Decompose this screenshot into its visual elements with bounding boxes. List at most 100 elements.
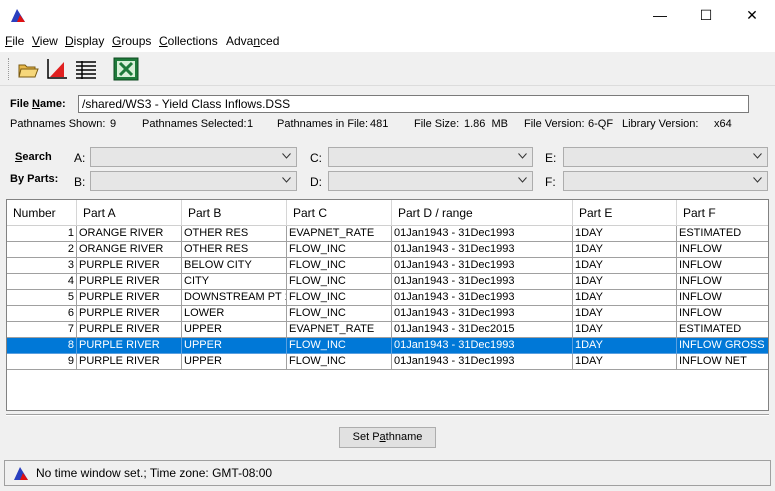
cell-part-a[interactable]: ORANGE RIVER: [77, 242, 182, 258]
cell-part-c[interactable]: FLOW_INC: [287, 258, 392, 274]
excel-icon[interactable]: [113, 56, 139, 82]
table-row[interactable]: 2 ORANGE RIVER OTHER RES FLOW_INC 01Jan1943 …: [7, 242, 768, 258]
cell-part-c[interactable]: FLOW_INC: [287, 354, 392, 370]
cell-part-d[interactable]: 01Jan1943 - 31Dec1993: [392, 354, 573, 370]
cell-part-e[interactable]: 1DAY: [573, 338, 677, 354]
tabulate-icon[interactable]: [73, 56, 99, 82]
cell-part-d[interactable]: 01Jan1943 - 31Dec1993: [392, 242, 573, 258]
pathname-table[interactable]: Number Part A Part B Part C Part D / ran…: [6, 199, 769, 411]
cell-part-e[interactable]: 1DAY: [573, 258, 677, 274]
column-header-part-f[interactable]: Part F: [677, 200, 768, 226]
menu-collections[interactable]: Collections: [159, 34, 218, 48]
table-row[interactable]: 5 PURPLE RIVER DOWNSTREAM PT 1 FLOW_INC 01Ja…: [7, 290, 768, 306]
table-row[interactable]: 3 PURPLE RIVER BELOW CITY FLOW_INC 01Jan1943…: [7, 258, 768, 274]
cell-number[interactable]: 9: [7, 354, 77, 370]
cell-number[interactable]: 6: [7, 306, 77, 322]
cell-part-f[interactable]: INFLOW: [677, 306, 768, 322]
cell-part-f[interactable]: ESTIMATED: [677, 226, 768, 242]
cell-part-b[interactable]: CITY: [182, 274, 287, 290]
cell-number[interactable]: 1: [7, 226, 77, 242]
cell-part-c[interactable]: FLOW_INC: [287, 274, 392, 290]
cell-part-c[interactable]: EVAPNET_RATE: [287, 226, 392, 242]
cell-part-b[interactable]: DOWNSTREAM PT 1: [182, 290, 287, 306]
cell-part-a[interactable]: ORANGE RIVER: [77, 226, 182, 242]
part-f-combo[interactable]: [563, 171, 768, 191]
cell-part-f[interactable]: INFLOW GROSS: [677, 338, 768, 354]
cell-part-a[interactable]: PURPLE RIVER: [77, 258, 182, 274]
minimize-button[interactable]: —: [637, 0, 683, 30]
cell-part-f[interactable]: INFLOW NET: [677, 354, 768, 370]
table-row[interactable]: 8 PURPLE RIVER UPPER FLOW_INC 01Jan1943 - 31…: [7, 338, 768, 354]
app-logo-icon[interactable]: [10, 7, 26, 23]
table-row[interactable]: 7 PURPLE RIVER UPPER EVAPNET_RATE 01Jan1943 …: [7, 322, 768, 338]
cell-part-c[interactable]: FLOW_INC: [287, 306, 392, 322]
cell-part-f[interactable]: ESTIMATED: [677, 322, 768, 338]
cell-part-f[interactable]: INFLOW: [677, 274, 768, 290]
column-header-part-b[interactable]: Part B: [182, 200, 287, 226]
part-e-combo[interactable]: [563, 147, 768, 167]
cell-part-b[interactable]: BELOW CITY: [182, 258, 287, 274]
cell-part-b[interactable]: UPPER: [182, 354, 287, 370]
cell-part-d[interactable]: 01Jan1943 - 31Dec1993: [392, 306, 573, 322]
menu-view[interactable]: View: [32, 34, 58, 48]
cell-part-f[interactable]: INFLOW: [677, 258, 768, 274]
cell-part-e[interactable]: 1DAY: [573, 354, 677, 370]
cell-part-e[interactable]: 1DAY: [573, 242, 677, 258]
column-header-part-d[interactable]: Part D / range: [392, 200, 573, 226]
cell-part-a[interactable]: PURPLE RIVER: [77, 338, 182, 354]
cell-number[interactable]: 4: [7, 274, 77, 290]
cell-part-d[interactable]: 01Jan1943 - 31Dec1993: [392, 338, 573, 354]
column-header-part-c[interactable]: Part C: [287, 200, 392, 226]
cell-part-e[interactable]: 1DAY: [573, 306, 677, 322]
cell-part-d[interactable]: 01Jan1943 - 31Dec1993: [392, 274, 573, 290]
set-pathname-button[interactable]: Set Pathname: [339, 427, 436, 448]
maximize-button[interactable]: ☐: [683, 0, 729, 30]
cell-part-f[interactable]: INFLOW: [677, 242, 768, 258]
part-c-combo[interactable]: [328, 147, 533, 167]
cell-part-e[interactable]: 1DAY: [573, 274, 677, 290]
cell-part-b[interactable]: OTHER RES: [182, 226, 287, 242]
cell-part-c[interactable]: FLOW_INC: [287, 242, 392, 258]
cell-part-a[interactable]: PURPLE RIVER: [77, 322, 182, 338]
cell-number[interactable]: 2: [7, 242, 77, 258]
cell-part-b[interactable]: LOWER: [182, 306, 287, 322]
cell-number[interactable]: 5: [7, 290, 77, 306]
table-row[interactable]: 1 ORANGE RIVER OTHER RES EVAPNET_RATE 01Jan1…: [7, 226, 768, 242]
cell-number[interactable]: 7: [7, 322, 77, 338]
cell-part-f[interactable]: INFLOW: [677, 290, 768, 306]
cell-part-a[interactable]: PURPLE RIVER: [77, 290, 182, 306]
menu-advanced[interactable]: Advanced: [226, 34, 279, 48]
cell-number[interactable]: 8: [7, 338, 77, 354]
open-folder-icon[interactable]: [15, 56, 41, 82]
table-row[interactable]: 6 PURPLE RIVER LOWER FLOW_INC 01Jan1943 - 31…: [7, 306, 768, 322]
menu-display[interactable]: Display: [65, 34, 104, 48]
column-header-number[interactable]: Number: [7, 200, 77, 226]
cell-part-a[interactable]: PURPLE RIVER: [77, 274, 182, 290]
cell-part-b[interactable]: UPPER: [182, 322, 287, 338]
cell-part-e[interactable]: 1DAY: [573, 226, 677, 242]
cell-part-e[interactable]: 1DAY: [573, 290, 677, 306]
cell-number[interactable]: 3: [7, 258, 77, 274]
cell-part-d[interactable]: 01Jan1943 - 31Dec1993: [392, 258, 573, 274]
cell-part-c[interactable]: EVAPNET_RATE: [287, 322, 392, 338]
cell-part-b[interactable]: OTHER RES: [182, 242, 287, 258]
cell-part-c[interactable]: FLOW_INC: [287, 338, 392, 354]
cell-part-a[interactable]: PURPLE RIVER: [77, 354, 182, 370]
column-header-part-e[interactable]: Part E: [573, 200, 677, 226]
cell-part-e[interactable]: 1DAY: [573, 322, 677, 338]
table-row[interactable]: 9 PURPLE RIVER UPPER FLOW_INC 01Jan1943 - 31…: [7, 354, 768, 370]
part-b-combo[interactable]: [90, 171, 297, 191]
cell-part-a[interactable]: PURPLE RIVER: [77, 306, 182, 322]
toolbar-grip[interactable]: [8, 58, 11, 80]
part-a-combo[interactable]: [90, 147, 297, 167]
cell-part-d[interactable]: 01Jan1943 - 31Dec1993: [392, 226, 573, 242]
cell-part-d[interactable]: 01Jan1943 - 31Dec2015: [392, 322, 573, 338]
file-name-field[interactable]: /shared/WS3 - Yield Class Inflows.DSS: [78, 95, 749, 113]
menu-groups[interactable]: Groups: [112, 34, 151, 48]
part-d-combo[interactable]: [328, 171, 533, 191]
table-row[interactable]: 4 PURPLE RIVER CITY FLOW_INC 01Jan1943 - 31D…: [7, 274, 768, 290]
cell-part-b[interactable]: UPPER: [182, 338, 287, 354]
column-header-part-a[interactable]: Part A: [77, 200, 182, 226]
cell-part-d[interactable]: 01Jan1943 - 31Dec1993: [392, 290, 573, 306]
menu-file[interactable]: File: [5, 34, 24, 48]
